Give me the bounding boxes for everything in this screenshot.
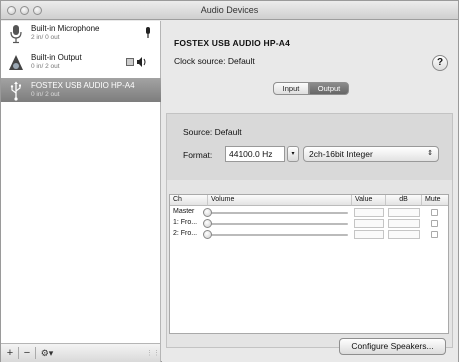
table-row: Master [170,207,448,218]
channel-volume-table: Ch Volume Value dB Mute Master 1: Fro... [169,194,449,334]
db-field[interactable] [388,230,420,239]
mute-checkbox[interactable] [431,209,438,216]
format-label: Format: [183,150,213,160]
volume-slider-track[interactable] [208,212,348,214]
tab-output[interactable]: Output [309,82,349,95]
sidebar-toolbar: + − ⚙▾ ⋮⋮ [1,343,161,362]
device-io: 0 in/ 2 out [31,91,60,98]
gear-menu-button[interactable]: ⚙▾ [37,346,57,360]
mute-checkbox[interactable] [431,231,438,238]
device-item-built-in-microphone[interactable]: Built-in Microphone 2 in/ 0 out [1,21,161,47]
clock-source: Clock source: Default [174,56,255,66]
volume-slider-knob[interactable] [203,208,212,217]
volume-slider-track[interactable] [208,234,348,236]
db-field[interactable] [388,219,420,228]
value-field[interactable] [354,230,384,239]
db-field[interactable] [388,208,420,217]
audio-devices-window: Audio Devices Built-in Microphone 2 in/ … [0,0,459,362]
help-button[interactable]: ? [432,55,448,71]
title-bar: Audio Devices [1,1,458,20]
mute-checkbox[interactable] [431,220,438,227]
microphone-icon [10,25,22,44]
channel-name: 2: Fro... [173,230,198,237]
device-item-built-in-output[interactable]: Built-in Output 0 in/ 2 out [1,50,161,76]
column-header-value[interactable]: Value [352,195,386,206]
window-title: Audio Devices [200,5,259,15]
add-device-button[interactable]: + [3,346,17,360]
device-name: Built-in Output [31,53,82,62]
sample-rate-field[interactable]: 44100.0 Hz [225,146,285,162]
sidebar-resize-grip-icon[interactable]: ⋮⋮ [146,349,160,357]
toolbar-divider [18,347,19,359]
format-panel: Source: Default Format: 44100.0 Hz ▾ 2ch… [166,113,453,180]
column-header-db[interactable]: dB [386,195,422,206]
bit-format-select[interactable]: 2ch-16bit Integer ⇕ [303,146,439,162]
device-item-fostex-usb-audio[interactable]: FOSTEX USB AUDIO HP-A4 0 in/ 2 out [1,78,161,102]
sample-rate-dropdown-button[interactable]: ▾ [287,146,299,162]
channel-name: Master [173,208,195,215]
device-name: FOSTEX USB AUDIO HP-A4 [31,81,135,90]
volume-slider-knob[interactable] [203,230,212,239]
device-list: Built-in Microphone 2 in/ 0 out Built-in… [1,21,161,343]
speaker-icon [9,55,23,70]
table-row: 2: Fro... [170,229,448,240]
tab-input[interactable]: Input [273,82,309,95]
select-arrows-icon: ⇕ [427,150,433,157]
column-header-volume[interactable]: Volume [208,195,352,206]
device-title: FOSTEX USB AUDIO HP-A4 [174,38,291,48]
value-field[interactable] [354,219,384,228]
microphone-badge-icon [146,27,150,38]
channel-name: 1: Fro... [173,219,198,226]
remove-device-button[interactable]: − [20,346,34,360]
bit-format-value: 2ch-16bit Integer [309,149,373,159]
device-detail-pane: FOSTEX USB AUDIO HP-A4 Clock source: Def… [162,21,458,362]
toolbar-divider [35,347,36,359]
volume-slider-knob[interactable] [203,219,212,228]
source-label: Source: Default [183,127,242,137]
device-io: 2 in/ 0 out [31,34,60,41]
device-name: Built-in Microphone [31,24,100,33]
configure-speakers-button[interactable]: Configure Speakers... [339,338,446,355]
table-row: 1: Fro... [170,218,448,229]
speaker-badge-icon [126,57,146,67]
value-field[interactable] [354,208,384,217]
device-io: 0 in/ 2 out [31,63,60,70]
column-header-ch[interactable]: Ch [170,195,208,206]
volume-slider-track[interactable] [208,223,348,225]
usb-icon [10,81,21,101]
column-header-mute[interactable]: Mute [422,195,448,206]
